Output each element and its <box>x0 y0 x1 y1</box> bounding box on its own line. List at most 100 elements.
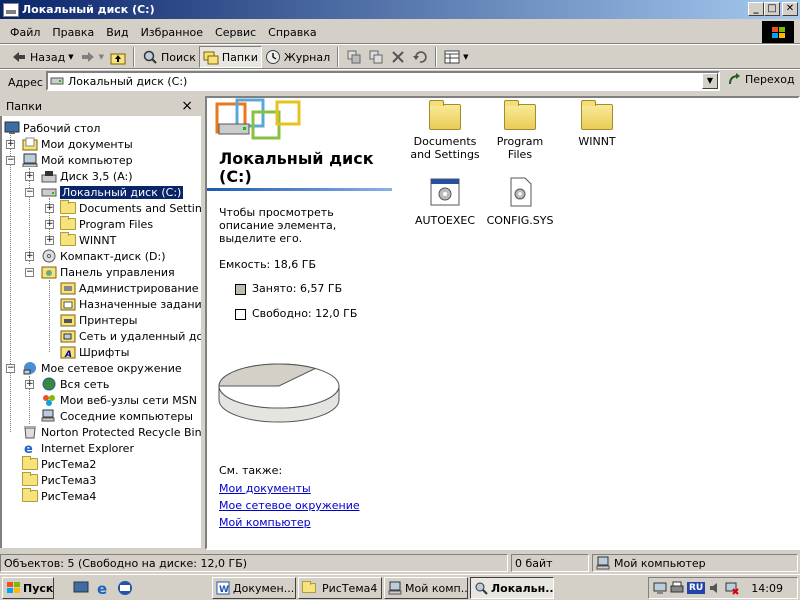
svg-text:A: A <box>64 350 72 359</box>
tree-item-internet-explorer[interactable]: e Internet Explorer <box>22 440 134 458</box>
tree-item-my-documents[interactable]: Мои документы <box>22 136 133 152</box>
collapse-toggle[interactable]: − <box>6 156 15 165</box>
title-bar[interactable]: Локальный диск (C:) _ □ ✕ <box>0 0 800 19</box>
tree-item-floppy[interactable]: Диск 3,5 (A:) <box>41 168 133 184</box>
tree-item-my-computer[interactable]: Мой компьютер <box>22 152 133 168</box>
file-item[interactable]: CONFIG.SYS <box>485 176 555 227</box>
folders-button[interactable]: Папки <box>198 46 262 68</box>
disk-usage-pie <box>218 363 340 423</box>
back-button[interactable]: Назад ▼ <box>8 46 77 68</box>
tree-item-local-disk-c[interactable]: Локальный диск (C:) <box>41 184 184 200</box>
collapse-toggle[interactable]: − <box>25 188 34 197</box>
tree-item-program-files[interactable]: Program Files <box>60 216 153 232</box>
link-my-computer[interactable]: Мой компьютер <box>219 516 311 529</box>
expand-toggle[interactable]: + <box>45 220 54 229</box>
minimize-button[interactable]: _ <box>748 2 764 16</box>
collapse-toggle[interactable]: − <box>6 364 15 373</box>
address-dropdown-button[interactable]: ▼ <box>702 73 718 89</box>
task-ristema4[interactable]: РисТема4 <box>298 577 382 599</box>
tree-item-ristema3[interactable]: РисТема3 <box>22 472 96 488</box>
menu-file[interactable]: Файл <box>4 26 46 39</box>
search-button[interactable]: Поиск <box>139 46 199 68</box>
toolbar: Назад ▼ ▼ Поиск Папки Журнал ▼ <box>0 45 800 69</box>
go-arrow-icon <box>728 72 742 86</box>
tree-item-control-panel[interactable]: Панель управления <box>41 264 175 280</box>
folder-icon <box>581 100 613 130</box>
scheduled-tasks-icon <box>60 297 76 311</box>
speaker-icon[interactable] <box>708 581 722 595</box>
tree-item-scheduled-tasks[interactable]: Назначенные задания <box>60 296 201 312</box>
expand-toggle[interactable]: + <box>25 252 34 261</box>
tree-item-cd-drive[interactable]: Компакт-диск (D:) <box>41 248 166 264</box>
expand-toggle[interactable]: + <box>25 380 34 389</box>
network-places-icon <box>22 361 38 375</box>
menu-tools[interactable]: Сервис <box>209 26 262 39</box>
expand-toggle[interactable]: + <box>45 236 54 245</box>
outlook-icon[interactable] <box>116 579 134 597</box>
tree-item-network-connections[interactable]: Сеть и удаленный дост <box>60 328 201 344</box>
folder-tree: Рабочий стол + Мои документы − Мой компь… <box>0 116 201 548</box>
tree-item-network-places[interactable]: Мое сетевое окружение <box>22 360 182 376</box>
tree-item-msn-sites[interactable]: Мои веб-узлы сети MSN <box>41 392 197 408</box>
views-button[interactable]: ▼ <box>441 46 471 68</box>
copy-to-button[interactable] <box>365 46 387 68</box>
connection-error-icon[interactable] <box>725 581 739 595</box>
history-button[interactable]: Журнал <box>262 46 333 68</box>
task-local-disk[interactable]: Локальн... <box>470 577 554 599</box>
search-icon <box>142 49 158 65</box>
collapse-toggle[interactable]: − <box>25 268 34 277</box>
tree-item-winnt[interactable]: WINNT <box>60 232 116 248</box>
file-item[interactable]: AUTOEXEC <box>410 176 480 227</box>
tree-item-desktop[interactable]: Рабочий стол <box>4 120 100 136</box>
menu-help[interactable]: Справка <box>262 26 322 39</box>
tree-item-administration[interactable]: Администрирование <box>60 280 199 296</box>
task-my-computer[interactable]: Мой комп... <box>384 577 468 599</box>
show-desktop-icon[interactable] <box>72 579 90 597</box>
tree-item-ristema4[interactable]: РисТема4 <box>22 488 96 504</box>
menu-favorites[interactable]: Избранное <box>135 26 209 39</box>
folders-panel-close-button[interactable]: × <box>181 99 193 113</box>
task-document[interactable]: W Докумен... <box>212 577 296 599</box>
maximize-button[interactable]: □ <box>764 2 780 16</box>
address-input[interactable]: Локальный диск (C:) ▼ <box>46 71 720 91</box>
file-item[interactable]: Program Files <box>485 100 555 161</box>
expand-toggle[interactable]: + <box>45 204 54 213</box>
go-button[interactable]: Переход <box>728 72 795 86</box>
file-item[interactable]: WINNT <box>562 100 632 148</box>
tree-item-computers-near-me[interactable]: Соседние компьютеры <box>41 408 193 424</box>
tree-item-fonts[interactable]: A Шрифты <box>60 344 129 360</box>
copy-to-icon <box>368 49 384 65</box>
menu-edit[interactable]: Правка <box>46 26 100 39</box>
network-tray-icon[interactable] <box>653 581 667 595</box>
ie-icon[interactable]: e <box>94 579 112 598</box>
network-connections-icon <box>60 329 76 343</box>
msn-icon <box>41 393 57 407</box>
tree-item-documents-and-settings[interactable]: Documents and Settings <box>60 200 201 216</box>
my-computer-icon <box>596 556 610 570</box>
link-my-documents[interactable]: Мои документы <box>219 482 311 495</box>
tree-item-recycle-bin[interactable]: Norton Protected Recycle Bin <box>22 424 201 440</box>
tree-item-entire-network[interactable]: Вся сеть <box>41 376 109 392</box>
up-folder-button[interactable] <box>107 46 129 68</box>
printer-tray-icon[interactable] <box>670 581 684 595</box>
forward-button[interactable]: ▼ <box>77 46 107 68</box>
close-button[interactable]: ✕ <box>782 2 798 16</box>
svg-text:W: W <box>219 585 229 595</box>
delete-button[interactable] <box>387 46 409 68</box>
windows-logo-icon <box>762 21 794 43</box>
tree-item-printers[interactable]: Принтеры <box>60 312 137 328</box>
menu-view[interactable]: Вид <box>100 26 134 39</box>
computers-near-me-icon <box>41 409 57 423</box>
move-to-icon <box>346 49 362 65</box>
undo-button[interactable] <box>409 46 431 68</box>
expand-toggle[interactable]: + <box>6 140 15 149</box>
start-button[interactable]: Пуск <box>2 577 54 599</box>
file-item[interactable]: Documents and Settings <box>410 100 480 161</box>
delete-icon <box>390 49 406 65</box>
language-indicator[interactable]: RU <box>687 582 706 594</box>
move-to-button[interactable] <box>343 46 365 68</box>
word-icon: W <box>216 581 230 595</box>
tree-item-ristema2[interactable]: РисТема2 <box>22 456 96 472</box>
expand-toggle[interactable]: + <box>25 172 34 181</box>
link-network-places[interactable]: Мое сетевое окружение <box>219 499 360 512</box>
